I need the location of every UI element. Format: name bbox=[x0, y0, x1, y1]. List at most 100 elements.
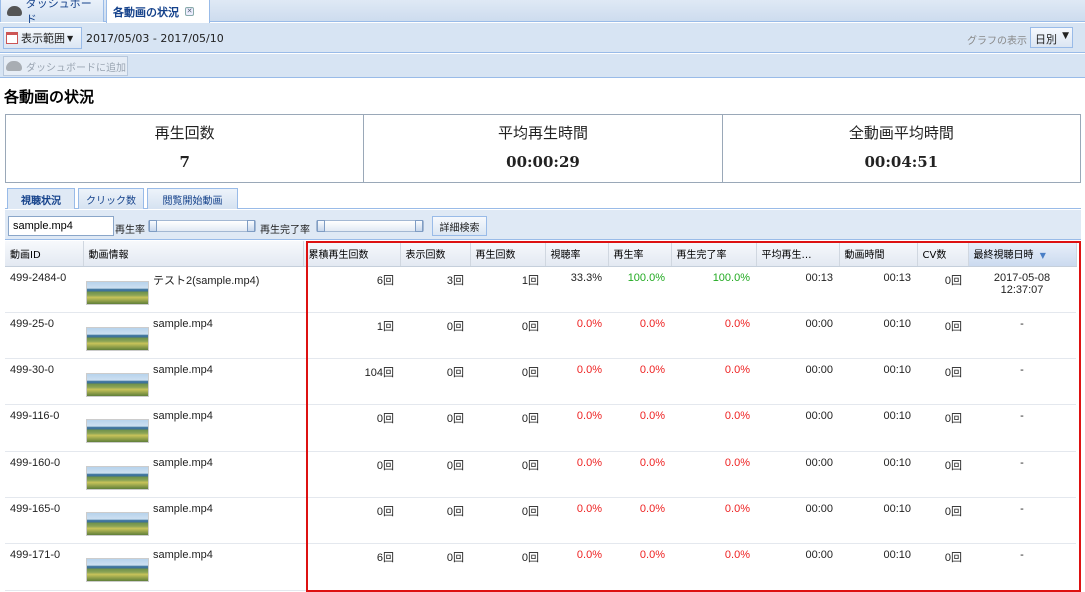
play-rate-label: 再生率 bbox=[115, 225, 145, 236]
cell-last-viewed: - bbox=[968, 451, 1076, 498]
video-name: sample.mp4 bbox=[153, 456, 213, 469]
tab-clicks[interactable]: クリック数 bbox=[78, 188, 144, 209]
table-row[interactable]: 499-30-0 sample.mp4 104回 0回 0回 0.0% 0.0%… bbox=[5, 358, 1076, 406]
tab-dashboard[interactable]: ダッシュボード bbox=[0, 0, 104, 26]
cell-video-info: sample.mp4 bbox=[83, 312, 303, 360]
graph-display-select[interactable]: 日別 ▼ bbox=[1030, 27, 1073, 48]
table-row[interactable]: 499-116-0 sample.mp4 0回 0回 0回 0.0% 0.0% … bbox=[5, 404, 1076, 452]
cell-avg-play: 00:00 bbox=[756, 404, 839, 452]
summary-value: 7 bbox=[179, 153, 190, 171]
col-header-play-rate[interactable]: 再生率 bbox=[608, 241, 672, 267]
table-row[interactable]: 499-25-0 sample.mp4 1回 0回 0回 0.0% 0.0% 0… bbox=[5, 312, 1076, 360]
cell-last-viewed: - bbox=[968, 543, 1076, 591]
col-header-video-info[interactable]: 動画情報 bbox=[83, 241, 304, 267]
video-thumbnail[interactable] bbox=[86, 326, 149, 351]
dashboard-icon bbox=[6, 61, 22, 71]
cell-video-info: sample.mp4 bbox=[83, 404, 303, 452]
col-header-avg-play[interactable]: 平均再生… bbox=[756, 241, 840, 267]
col-header-view-rate[interactable]: 視聴率 bbox=[545, 241, 609, 267]
cell-duration: 00:13 bbox=[839, 266, 917, 313]
cell-duration: 00:10 bbox=[839, 543, 917, 591]
cell-impressions: 0回 bbox=[400, 312, 470, 360]
display-range-button[interactable]: 表示範囲 ▼ bbox=[3, 27, 82, 49]
slider-min-handle[interactable] bbox=[317, 220, 325, 232]
cell-video-id: 499-30-0 bbox=[5, 358, 83, 406]
play-rate-slider[interactable] bbox=[148, 220, 256, 232]
cell-play-rate: 100.0% bbox=[608, 266, 671, 313]
summary-all-avg-time: 全動画平均時間 00:04:51 bbox=[723, 115, 1080, 182]
cell-impressions: 0回 bbox=[400, 358, 470, 406]
col-header-cumulative-plays[interactable]: 累積再生回数 bbox=[303, 241, 401, 267]
table-row[interactable]: 499-2484-0 テスト2(sample.mp4) 6回 3回 1回 33.… bbox=[5, 266, 1076, 313]
advanced-search-button[interactable]: 詳細検索 bbox=[432, 216, 487, 236]
slider-min-handle[interactable] bbox=[149, 220, 157, 232]
video-thumbnail[interactable] bbox=[86, 465, 149, 490]
cell-duration: 00:10 bbox=[839, 451, 917, 498]
tab-start-video[interactable]: 閲覧開始動画 bbox=[147, 188, 238, 209]
tab-video-status[interactable]: 各動画の状況 ✕ bbox=[106, 0, 210, 23]
video-thumbnail[interactable] bbox=[86, 373, 149, 398]
cell-video-info: sample.mp4 bbox=[83, 497, 303, 545]
video-thumbnail[interactable] bbox=[86, 280, 149, 305]
date-range: 2017/05/03 - 2017/05/10 bbox=[86, 32, 224, 45]
cell-duration: 00:10 bbox=[839, 497, 917, 545]
cell-plays: 1回 bbox=[470, 266, 545, 313]
search-input[interactable] bbox=[8, 216, 114, 236]
summary-label: 全動画平均時間 bbox=[848, 124, 954, 142]
cell-video-id: 499-165-0 bbox=[5, 497, 83, 545]
chevron-down-icon: ▼ bbox=[67, 33, 74, 43]
col-header-cv[interactable]: CV数 bbox=[917, 241, 969, 267]
summary-value: 00:04:51 bbox=[864, 153, 939, 171]
video-name: sample.mp4 bbox=[153, 364, 213, 377]
video-name: sample.mp4 bbox=[153, 317, 213, 330]
col-header-duration[interactable]: 動画時間 bbox=[839, 241, 918, 267]
slider-max-handle[interactable] bbox=[415, 220, 423, 232]
cell-video-id: 499-2484-0 bbox=[5, 266, 83, 313]
col-header-video-id[interactable]: 動画ID bbox=[5, 241, 84, 267]
cell-last-viewed: - bbox=[968, 312, 1076, 360]
cell-last-viewed: 2017-05-08 12:37:07 bbox=[968, 266, 1076, 313]
cell-video-info: sample.mp4 bbox=[83, 543, 303, 591]
cell-view-rate: 0.0% bbox=[545, 404, 608, 452]
cell-cv: 0回 bbox=[917, 266, 968, 313]
cell-cumulative-plays: 6回 bbox=[303, 266, 400, 313]
cell-view-rate: 0.0% bbox=[545, 451, 608, 498]
cell-avg-play: 00:00 bbox=[756, 358, 839, 406]
cell-duration: 00:10 bbox=[839, 404, 917, 452]
cell-plays: 0回 bbox=[470, 451, 545, 498]
calendar-icon bbox=[6, 32, 18, 44]
table-row[interactable]: 499-160-0 sample.mp4 0回 0回 0回 0.0% 0.0% … bbox=[5, 451, 1076, 498]
cell-completion-rate: 100.0% bbox=[671, 266, 756, 313]
slider-max-handle[interactable] bbox=[247, 220, 255, 232]
cell-plays: 0回 bbox=[470, 312, 545, 360]
tab-viewing-status[interactable]: 視聴状況 bbox=[7, 188, 75, 209]
col-header-impressions[interactable]: 表示回数 bbox=[400, 241, 471, 267]
close-icon[interactable]: ✕ bbox=[185, 7, 194, 16]
completion-rate-slider[interactable] bbox=[316, 220, 424, 232]
video-thumbnail[interactable] bbox=[86, 558, 149, 583]
col-header-last-viewed[interactable]: 最終視聴日時 ▼ bbox=[968, 241, 1077, 267]
summary-plays: 再生回数 7 bbox=[6, 115, 365, 182]
cell-avg-play: 00:00 bbox=[756, 497, 839, 545]
table-row[interactable]: 499-165-0 sample.mp4 0回 0回 0回 0.0% 0.0% … bbox=[5, 497, 1076, 545]
cell-plays: 0回 bbox=[470, 404, 545, 452]
table-row[interactable]: 499-171-0 sample.mp4 6回 0回 0回 0.0% 0.0% … bbox=[5, 543, 1076, 591]
cell-cumulative-plays: 1回 bbox=[303, 312, 400, 360]
video-thumbnail[interactable] bbox=[86, 511, 149, 536]
cell-play-rate: 0.0% bbox=[608, 497, 671, 545]
video-name: sample.mp4 bbox=[153, 410, 213, 423]
cell-last-viewed: - bbox=[968, 497, 1076, 545]
cell-avg-play: 00:00 bbox=[756, 543, 839, 591]
col-header-plays[interactable]: 再生回数 bbox=[470, 241, 546, 267]
video-name: sample.mp4 bbox=[153, 549, 213, 562]
cell-impressions: 3回 bbox=[400, 266, 470, 313]
col-header-completion-rate[interactable]: 再生完了率 bbox=[671, 241, 757, 267]
cell-view-rate: 0.0% bbox=[545, 358, 608, 406]
cell-completion-rate: 0.0% bbox=[671, 497, 756, 545]
cell-play-rate: 0.0% bbox=[608, 404, 671, 452]
cell-cumulative-plays: 104回 bbox=[303, 358, 400, 406]
cell-video-info: テスト2(sample.mp4) bbox=[83, 266, 303, 313]
add-to-dashboard-button[interactable]: ダッシュボードに追加 bbox=[3, 56, 128, 76]
cell-avg-play: 00:00 bbox=[756, 451, 839, 498]
video-thumbnail[interactable] bbox=[86, 419, 149, 444]
